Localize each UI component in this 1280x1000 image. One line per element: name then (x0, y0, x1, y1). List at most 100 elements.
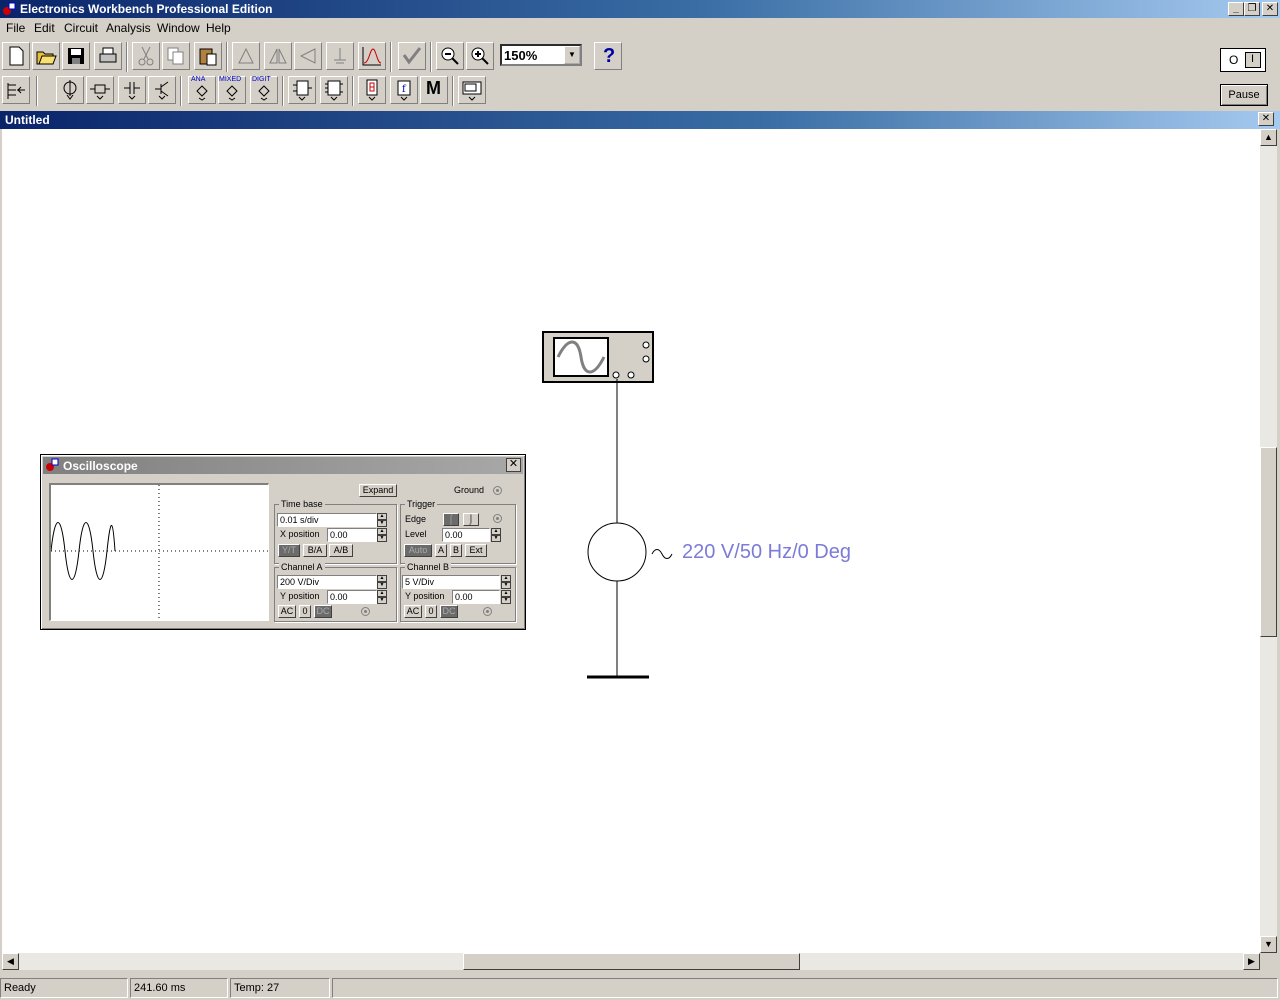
flip-vertical-button[interactable] (294, 42, 322, 70)
cut-button[interactable] (132, 42, 160, 70)
oscilloscope-title-bar[interactable]: Oscilloscope ✕ (43, 457, 523, 474)
menu-circuit[interactable]: Circuit (64, 21, 98, 35)
rising-edge-button[interactable]: ⌠ (443, 513, 459, 526)
basic-bin-button[interactable] (86, 76, 114, 104)
scroll-down-arrow-icon[interactable]: ▼ (1260, 936, 1277, 953)
zoom-in-button[interactable] (466, 42, 494, 70)
close-button[interactable]: ✕ (1262, 2, 1278, 16)
channel-b-y-position-spinner[interactable]: ▲ ▼ (501, 590, 511, 604)
falling-edge-button[interactable]: ⌡ (463, 513, 479, 526)
trigger-ext-button[interactable]: Ext (465, 544, 487, 557)
document-close-button[interactable]: ✕ (1258, 112, 1274, 126)
channel-b-terminal[interactable] (483, 607, 492, 616)
menu-window[interactable]: Window (157, 21, 200, 35)
logic-gates-bin-button[interactable] (288, 76, 316, 104)
channel-b-y-position-field[interactable]: 0.00 (452, 590, 500, 604)
horizontal-scroll-thumb[interactable] (463, 953, 800, 970)
mode-yt-button[interactable]: Y/T (278, 544, 300, 557)
channel-a-y-position-field[interactable]: 0.00 (327, 590, 377, 604)
print-button[interactable] (94, 42, 122, 70)
instruments-bin-button[interactable] (458, 76, 486, 104)
digital-bin-button[interactable] (320, 76, 348, 104)
vertical-scrollbar[interactable]: ▲ ▼ (1260, 129, 1277, 953)
menu-help[interactable]: Help (206, 21, 231, 35)
copy-button[interactable] (162, 42, 190, 70)
oscilloscope-symbol[interactable] (542, 331, 654, 383)
controls-bin-button[interactable]: f (390, 76, 418, 104)
minimize-button[interactable]: _ (1228, 2, 1244, 16)
mixed-ics-bin-button[interactable]: MIXED (218, 76, 246, 104)
zoom-out-button[interactable] (436, 42, 464, 70)
restore-button[interactable]: ❐ (1244, 2, 1260, 16)
time-base-spinner[interactable]: ▲ ▼ (377, 513, 387, 527)
misc-bin-label: M (426, 78, 441, 98)
toolbar-separator (430, 42, 432, 72)
miscellaneous-bin-button[interactable]: M (420, 76, 448, 104)
channel-a-dc-button[interactable]: DC (314, 605, 332, 618)
trigger-terminal[interactable] (493, 514, 502, 523)
trigger-a-button[interactable]: A (435, 544, 447, 557)
channel-a-y-position-spinner[interactable]: ▲ ▼ (377, 590, 387, 604)
trigger-auto-button[interactable]: Auto (404, 544, 432, 557)
save-button[interactable] (62, 42, 90, 70)
channel-a-zero-button[interactable]: 0 (299, 605, 311, 618)
channel-b-scale-field[interactable]: 5 V/Div (402, 575, 500, 589)
chevron-down-icon[interactable]: ▼ (564, 46, 580, 64)
indicators-bin-button[interactable] (358, 76, 386, 104)
component-properties-button[interactable] (326, 42, 354, 70)
channel-b-dc-button[interactable]: DC (440, 605, 458, 618)
mode-ab-button[interactable]: A/B (329, 544, 353, 557)
ewb-app-icon (3, 2, 16, 15)
flip-horizontal-button[interactable] (264, 42, 292, 70)
channel-a-terminal[interactable] (361, 607, 370, 616)
channel-b-zero-button[interactable]: 0 (425, 605, 437, 618)
channel-a-scale-spinner[interactable]: ▲ ▼ (377, 575, 387, 589)
diodes-bin-button[interactable] (118, 76, 146, 104)
mixed-chip-icon (226, 85, 238, 101)
channel-a-scale-field[interactable]: 200 V/Div (277, 575, 377, 589)
toolbar-separator (180, 76, 182, 106)
x-position-spinner[interactable]: ▲ ▼ (377, 528, 387, 542)
floppy-disk-icon (68, 48, 84, 64)
pause-button[interactable]: Pause (1220, 84, 1268, 106)
scroll-up-arrow-icon[interactable]: ▲ (1260, 129, 1277, 146)
paste-button[interactable] (194, 42, 222, 70)
power-switch[interactable]: O I (1220, 48, 1266, 72)
channel-b-ac-button[interactable]: AC (404, 605, 422, 618)
scroll-left-arrow-icon[interactable]: ◀ (2, 953, 19, 970)
channel-b-scale-spinner[interactable]: ▲ ▼ (501, 575, 511, 589)
menu-analysis[interactable]: Analysis (106, 21, 151, 35)
scroll-right-arrow-icon[interactable]: ▶ (1243, 953, 1260, 970)
vertical-scroll-thumb[interactable] (1260, 447, 1277, 637)
analog-ics-bin-button[interactable]: ANA (188, 76, 216, 104)
app-title-bar: Electronics Workbench Professional Editi… (0, 0, 1280, 18)
transistors-bin-button[interactable] (148, 76, 176, 104)
new-file-button[interactable] (2, 42, 30, 70)
x-position-field[interactable]: 0.00 (327, 528, 377, 542)
trigger-level-spinner[interactable]: ▲ ▼ (491, 528, 501, 542)
trigger-b-button[interactable]: B (450, 544, 462, 557)
horizontal-scrollbar[interactable]: ◀ ▶ (2, 953, 1260, 970)
mode-ba-button[interactable]: B/A (303, 544, 327, 557)
menu-edit[interactable]: Edit (34, 21, 55, 35)
create-subcircuit-button[interactable] (358, 42, 386, 70)
trigger-level-field[interactable]: 0.00 (442, 528, 490, 542)
rotate-button[interactable] (232, 42, 260, 70)
close-icon[interactable]: ✕ (506, 458, 521, 472)
open-file-button[interactable] (32, 42, 60, 70)
analysis-graphs-button[interactable] (398, 42, 426, 70)
channel-a-ac-button[interactable]: AC (278, 605, 296, 618)
help-button[interactable]: ? (594, 42, 622, 70)
expand-button[interactable]: Expand (359, 484, 397, 497)
sources-bin-button[interactable] (56, 76, 84, 104)
ac-voltage-source[interactable] (587, 522, 673, 582)
time-base-field[interactable]: 0.01 s/div (277, 513, 377, 527)
ground-terminal[interactable] (493, 486, 502, 495)
menu-bar: File Edit Circuit Analysis Window Help (0, 18, 1280, 38)
favorites-bin-button[interactable] (2, 76, 30, 104)
digital-ics-bin-button[interactable]: DIGIT (250, 76, 278, 104)
menu-file[interactable]: File (6, 21, 25, 35)
power-toggle-handle: I (1245, 52, 1261, 68)
zoom-select[interactable]: 150% ▼ (500, 44, 582, 66)
oscilloscope-panel: Oscilloscope ✕ Expand Ground Time base 0… (40, 454, 526, 630)
